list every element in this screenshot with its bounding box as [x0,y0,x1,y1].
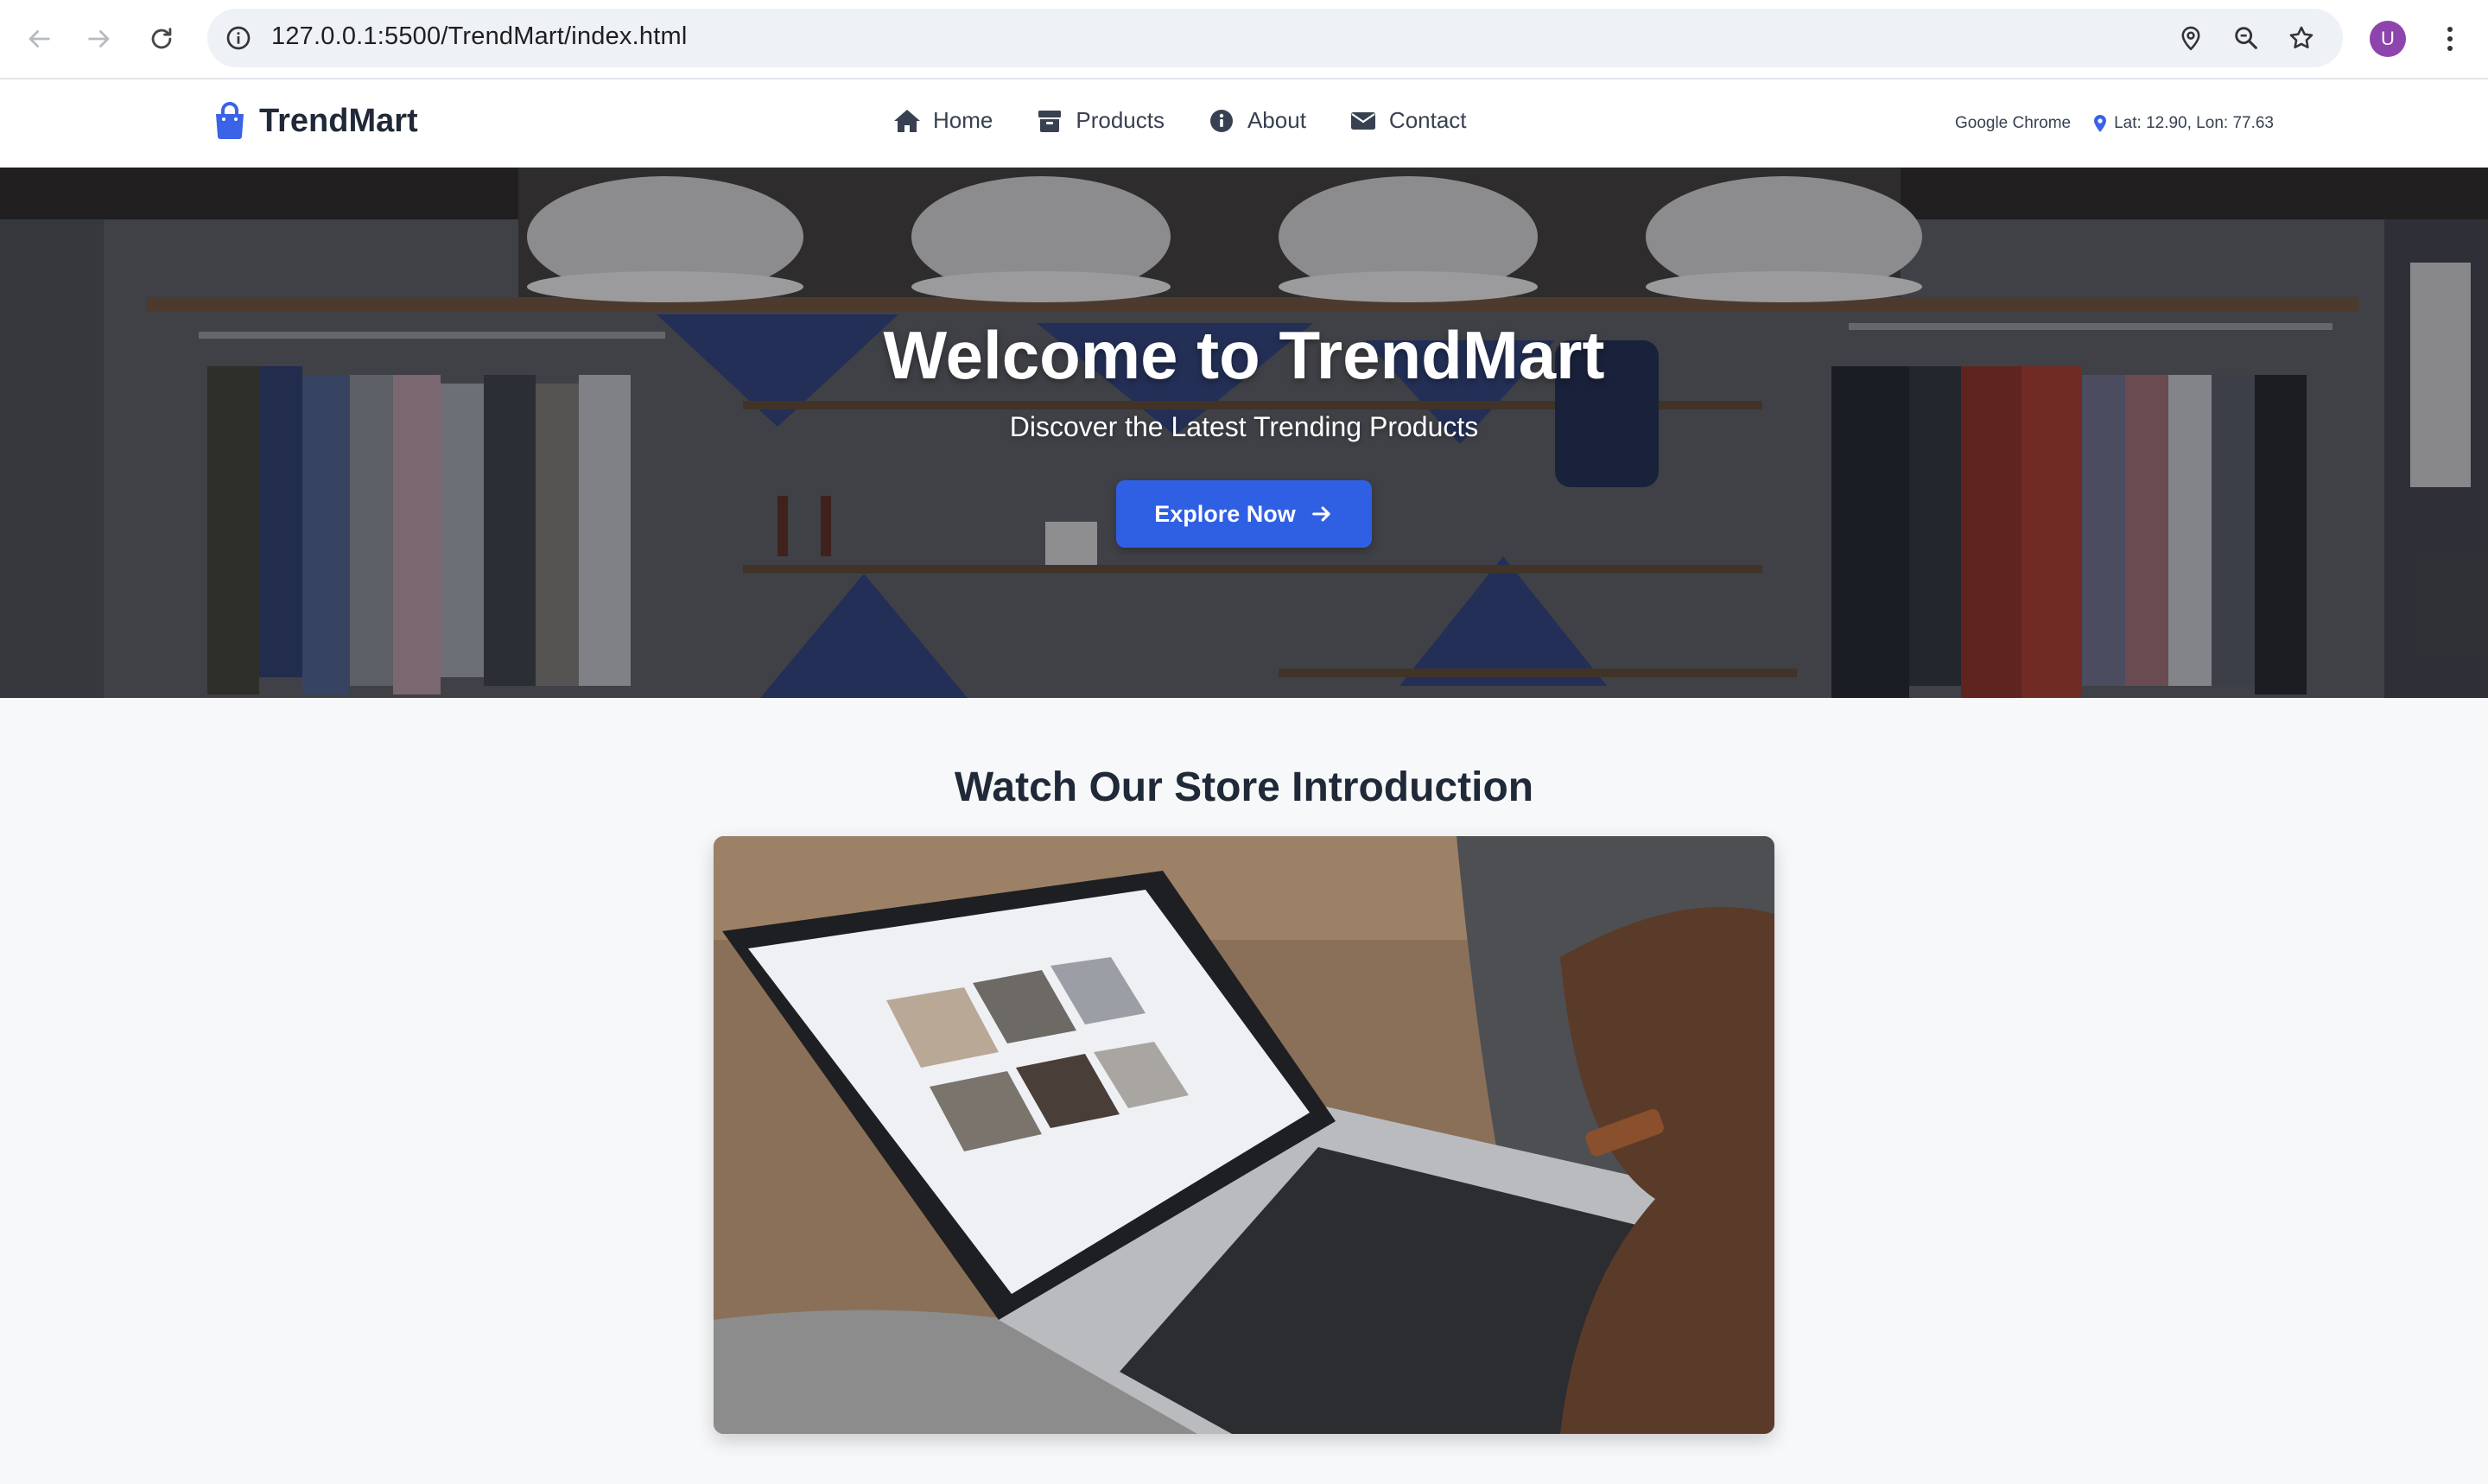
map-marker-icon [2094,115,2107,132]
hero-subtitle: Discover the Latest Trending Products [1009,411,1479,442]
nav-link-label: Contact [1388,107,1467,133]
shopping-bag-icon [216,102,244,139]
address-bar[interactable]: 127.0.0.1:5500/TrendMart/index.html [207,9,2343,67]
info-icon [1209,109,1233,132]
explore-now-label: Explore Now [1154,500,1296,527]
box-icon [1038,110,1062,132]
main-menu: Home Products About Contact [893,107,1467,134]
zoom-icon[interactable] [2227,19,2265,57]
store-intro-video[interactable] [714,836,1774,1434]
hero-section: Welcome to TrendMart Discover the Latest… [0,168,2488,698]
nav-link-label: Home [933,107,993,133]
arrow-left-icon [29,30,50,48]
forward-button[interactable] [79,19,119,59]
arrow-right-icon [1311,506,1330,522]
browser-name: Google Chrome [1954,114,2072,132]
nav-link-label: Products [1076,107,1165,133]
nav-link-products[interactable]: Products [1036,107,1165,134]
brand-name: TrendMart [259,102,418,139]
hero-title: Welcome to TrendMart [883,317,1605,393]
video-section-title: Watch Our Store Introduction [954,764,1534,810]
back-button[interactable] [19,19,59,59]
url-text[interactable]: 127.0.0.1:5500/TrendMart/index.html [271,22,687,51]
nav-link-contact[interactable]: Contact [1349,107,1467,134]
geo-location: Lat: 12.90, Lon: 77.63 [2093,114,2274,133]
browser-toolbar: 127.0.0.1:5500/TrendMart/index.html U [0,0,2488,79]
more-menu-icon[interactable] [2434,19,2466,59]
video-thumbnail-image [714,836,1774,1434]
arrow-right-icon [88,30,110,48]
geo-coordinates: Lat: 12.90, Lon: 77.63 [2114,114,2274,132]
profile-avatar[interactable]: U [2370,21,2406,57]
explore-now-button[interactable]: Explore Now [1116,480,1372,548]
reload-icon [151,28,172,49]
home-icon [894,109,920,132]
envelope-icon [1350,111,1375,130]
reload-button[interactable] [142,19,181,59]
client-info: Google Chrome Lat: 12.90, Lon: 77.63 [1955,114,2274,133]
location-pin-icon[interactable] [2172,19,2210,57]
site-info-icon[interactable] [219,19,257,57]
nav-link-about[interactable]: About [1208,107,1306,134]
brand-logo[interactable]: TrendMart [213,102,418,140]
nav-link-label: About [1247,107,1306,133]
site-navbar: TrendMart Home Products About Contact Go… [0,79,2488,168]
hero-content: Welcome to TrendMart Discover the Latest… [0,168,2488,698]
nav-link-home[interactable]: Home [893,107,993,134]
bookmark-star-icon[interactable] [2282,19,2320,57]
